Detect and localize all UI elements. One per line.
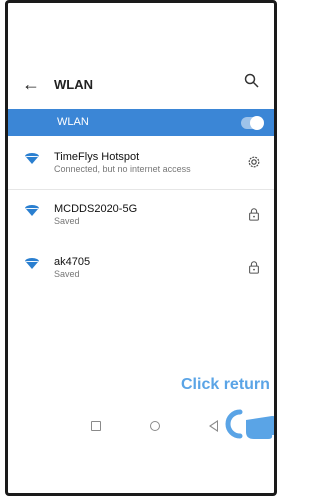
wifi-icon: [25, 258, 39, 269]
recents-icon[interactable]: [91, 421, 101, 431]
search-icon[interactable]: [244, 73, 260, 93]
network-status: Saved: [54, 269, 80, 279]
page-title: WLAN: [54, 77, 93, 92]
wlan-toggle-row[interactable]: WLAN: [8, 109, 274, 136]
network-name: MCDDS2020-5G: [54, 203, 138, 215]
top-app-bar: ← WLAN: [8, 66, 274, 102]
home-icon[interactable]: [150, 421, 160, 431]
network-item-mcdds[interactable]: MCDDS2020-5G Saved: [8, 196, 274, 236]
gear-icon[interactable]: [247, 154, 261, 170]
wifi-icon: [25, 153, 39, 164]
wlan-toggle-label: WLAN: [57, 116, 89, 128]
network-name: TimeFlys Hotspot: [54, 151, 140, 163]
wifi-icon: [25, 205, 39, 216]
wlan-switch[interactable]: [241, 116, 264, 130]
nav-back-icon[interactable]: [209, 420, 218, 432]
phone-frame: ← WLAN WLAN TimeFlys Hotspot Connected, …: [5, 0, 277, 496]
pointing-hand-icon: [225, 409, 274, 439]
lock-icon: [249, 208, 259, 221]
network-status: Saved: [54, 216, 80, 226]
back-arrow-icon[interactable]: ←: [22, 74, 40, 95]
switch-knob: [250, 116, 264, 130]
network-item-ak4705[interactable]: ak4705 Saved: [8, 249, 274, 289]
network-name: ak4705: [54, 256, 91, 268]
network-item-timeflys[interactable]: TimeFlys Hotspot Connected, but no inter…: [8, 144, 274, 184]
divider: [8, 189, 274, 190]
click-return-hint: Click return: [181, 376, 270, 393]
lock-icon: [249, 261, 259, 274]
network-status: Connected, but no internet access: [54, 164, 191, 174]
